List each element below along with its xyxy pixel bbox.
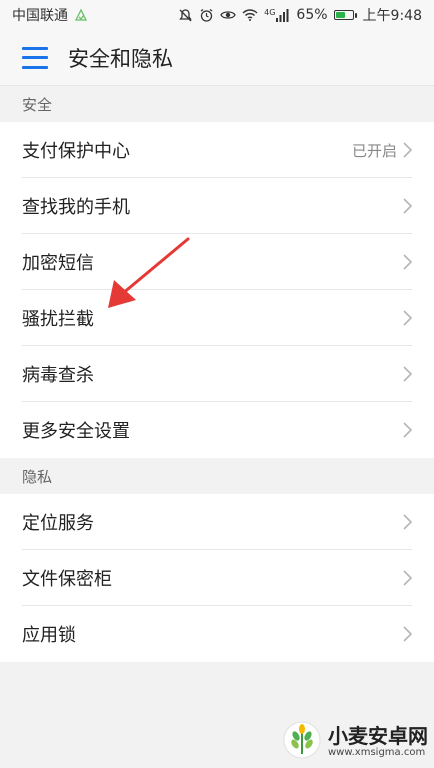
item-label: 定位服务 (22, 513, 94, 534)
section-header-privacy: 隐私 (0, 458, 434, 494)
item-label: 骚扰拦截 (22, 309, 94, 330)
security-list: 支付保护中心 已开启 查找我的手机 加密短信 骚扰拦截 病毒查杀 更多安全设置 (0, 122, 434, 458)
screen: 中国联通 4G 65% 上午9:48 安全和隐私 安全 支付保护中心 已开启 查… (0, 0, 434, 768)
item-label: 更多安全设置 (22, 421, 130, 442)
cell-signal-icon: 4G (264, 7, 290, 22)
list-item-file-safe[interactable]: 文件保密柜 (0, 550, 434, 606)
signal-check-icon (74, 8, 88, 22)
item-label: 加密短信 (22, 253, 94, 274)
chevron-right-icon (403, 254, 412, 270)
item-label: 支付保护中心 (22, 141, 130, 162)
chevron-right-icon (403, 514, 412, 530)
item-label: 文件保密柜 (22, 569, 112, 590)
list-item-location-services[interactable]: 定位服务 (0, 494, 434, 550)
menu-icon[interactable] (22, 46, 48, 69)
list-item-encrypted-sms[interactable]: 加密短信 (0, 234, 434, 290)
privacy-list: 定位服务 文件保密柜 应用锁 (0, 494, 434, 662)
chevron-right-icon (403, 422, 412, 438)
wheat-logo-icon (282, 720, 322, 764)
battery-percent: 65% (296, 7, 328, 23)
item-label: 应用锁 (22, 625, 76, 646)
chevron-right-icon (403, 570, 412, 586)
watermark: 小麦安卓网 www.xmsigma.com (282, 720, 428, 764)
status-bar-left: 中国联通 (12, 5, 88, 25)
chevron-right-icon (403, 626, 412, 642)
list-item-harassment-block[interactable]: 骚扰拦截 (0, 290, 434, 346)
page-title: 安全和隐私 (68, 46, 173, 71)
watermark-text: 小麦安卓网 www.xmsigma.com (328, 725, 428, 759)
item-label: 病毒查杀 (22, 365, 94, 386)
chevron-right-icon (403, 198, 412, 214)
chevron-right-icon (403, 366, 412, 382)
list-item-virus-scan[interactable]: 病毒查杀 (0, 346, 434, 402)
section-header-security: 安全 (0, 86, 434, 122)
watermark-sub: www.xmsigma.com (328, 747, 426, 758)
wifi-icon (242, 8, 258, 22)
chevron-right-icon (403, 142, 412, 158)
item-label: 查找我的手机 (22, 197, 130, 218)
chevron-right-icon (403, 310, 412, 326)
list-item-find-my-phone[interactable]: 查找我的手机 (0, 178, 434, 234)
list-item-payment-protection[interactable]: 支付保护中心 已开启 (0, 122, 434, 178)
app-bar: 安全和隐私 (0, 30, 434, 86)
watermark-main: 小麦安卓网 (328, 724, 428, 748)
list-item-more-security-settings[interactable]: 更多安全设置 (0, 402, 434, 458)
item-right: 已开启 (352, 140, 412, 161)
alarm-icon (199, 8, 214, 23)
status-bar-right: 4G 65% 上午9:48 (178, 5, 422, 25)
status-bar: 中国联通 4G 65% 上午9:48 (0, 0, 434, 30)
network-type: 4G (264, 7, 276, 17)
battery-icon (333, 10, 357, 20)
mute-icon (178, 8, 193, 23)
status-text: 已开启 (351, 141, 397, 160)
clock: 上午9:48 (362, 8, 422, 24)
list-item-app-lock[interactable]: 应用锁 (0, 606, 434, 662)
eye-icon (220, 8, 236, 22)
carrier-name: 中国联通 (12, 8, 68, 24)
